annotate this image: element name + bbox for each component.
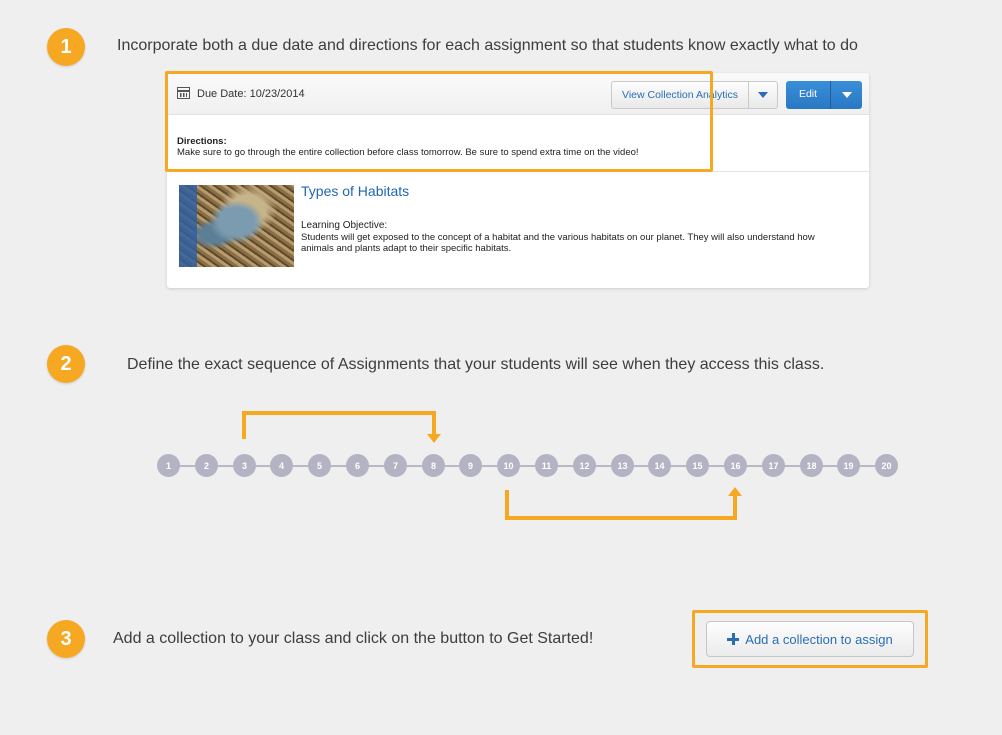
step-2-text: Define the exact sequence of Assignments… xyxy=(127,356,825,373)
step-3-text: Add a collection to your class and click… xyxy=(113,630,594,647)
sequence-node-7[interactable]: 7 xyxy=(384,454,407,477)
sequence-node-18[interactable]: 18 xyxy=(800,454,823,477)
sequence-node-11[interactable]: 11 xyxy=(535,454,558,477)
sequence-node-6[interactable]: 6 xyxy=(346,454,369,477)
sequence-node-16[interactable]: 16 xyxy=(724,454,747,477)
sequence-node-9[interactable]: 9 xyxy=(459,454,482,477)
add-collection-button[interactable]: Add a collection to assign xyxy=(706,621,914,657)
sequence-node-8[interactable]: 8 xyxy=(422,454,445,477)
sequence-node-1[interactable]: 1 xyxy=(157,454,180,477)
analytics-dropdown-toggle[interactable] xyxy=(749,82,777,108)
sequence-node-12[interactable]: 12 xyxy=(573,454,596,477)
sequence-arrow-3-to-8 xyxy=(242,411,436,415)
sequence-node-10[interactable]: 10 xyxy=(497,454,520,477)
step-2-badge: 2 xyxy=(47,345,85,383)
learning-objective-label: Learning Objective: xyxy=(301,220,388,231)
sequence-node-3[interactable]: 3 xyxy=(233,454,256,477)
step-3-badge: 3 xyxy=(47,620,85,658)
plus-icon xyxy=(727,633,740,645)
learning-objective-text: Students will get exposed to the concept… xyxy=(301,232,815,254)
sequence-node-5[interactable]: 5 xyxy=(308,454,331,477)
collection-title-link[interactable]: Types of Habitats xyxy=(301,183,409,199)
sequence-node-2[interactable]: 2 xyxy=(195,454,218,477)
sequence-node-13[interactable]: 13 xyxy=(611,454,634,477)
sequence-node-20[interactable]: 20 xyxy=(875,454,898,477)
edit-dropdown-toggle[interactable] xyxy=(831,81,862,109)
highlight-frame-due-date-directions xyxy=(165,71,713,172)
sequence-node-19[interactable]: 19 xyxy=(837,454,860,477)
sequence-node-4[interactable]: 4 xyxy=(270,454,293,477)
arrow-down-icon xyxy=(427,434,441,443)
sequence-arrow-3-to-8 xyxy=(242,411,246,439)
sequence-arrow-10-to-16 xyxy=(505,516,737,520)
sequence-arrow-10-to-16 xyxy=(733,496,737,520)
sequence-node-17[interactable]: 17 xyxy=(762,454,785,477)
step-1-text: Incorporate both a due date and directio… xyxy=(117,37,858,54)
sequence-node-14[interactable]: 14 xyxy=(648,454,671,477)
edit-button[interactable]: Edit xyxy=(786,81,862,109)
collection-thumbnail[interactable] xyxy=(179,185,294,267)
chevron-down-icon xyxy=(841,92,852,98)
sequence-arrow-3-to-8 xyxy=(432,411,436,435)
arrow-up-icon xyxy=(728,487,742,496)
add-collection-button-label[interactable]: Add a collection to assign xyxy=(745,632,892,647)
step-1-badge: 1 xyxy=(47,28,85,66)
edit-button-label[interactable]: Edit xyxy=(786,81,831,109)
chevron-down-icon xyxy=(758,92,768,98)
sequence-node-15[interactable]: 15 xyxy=(686,454,709,477)
